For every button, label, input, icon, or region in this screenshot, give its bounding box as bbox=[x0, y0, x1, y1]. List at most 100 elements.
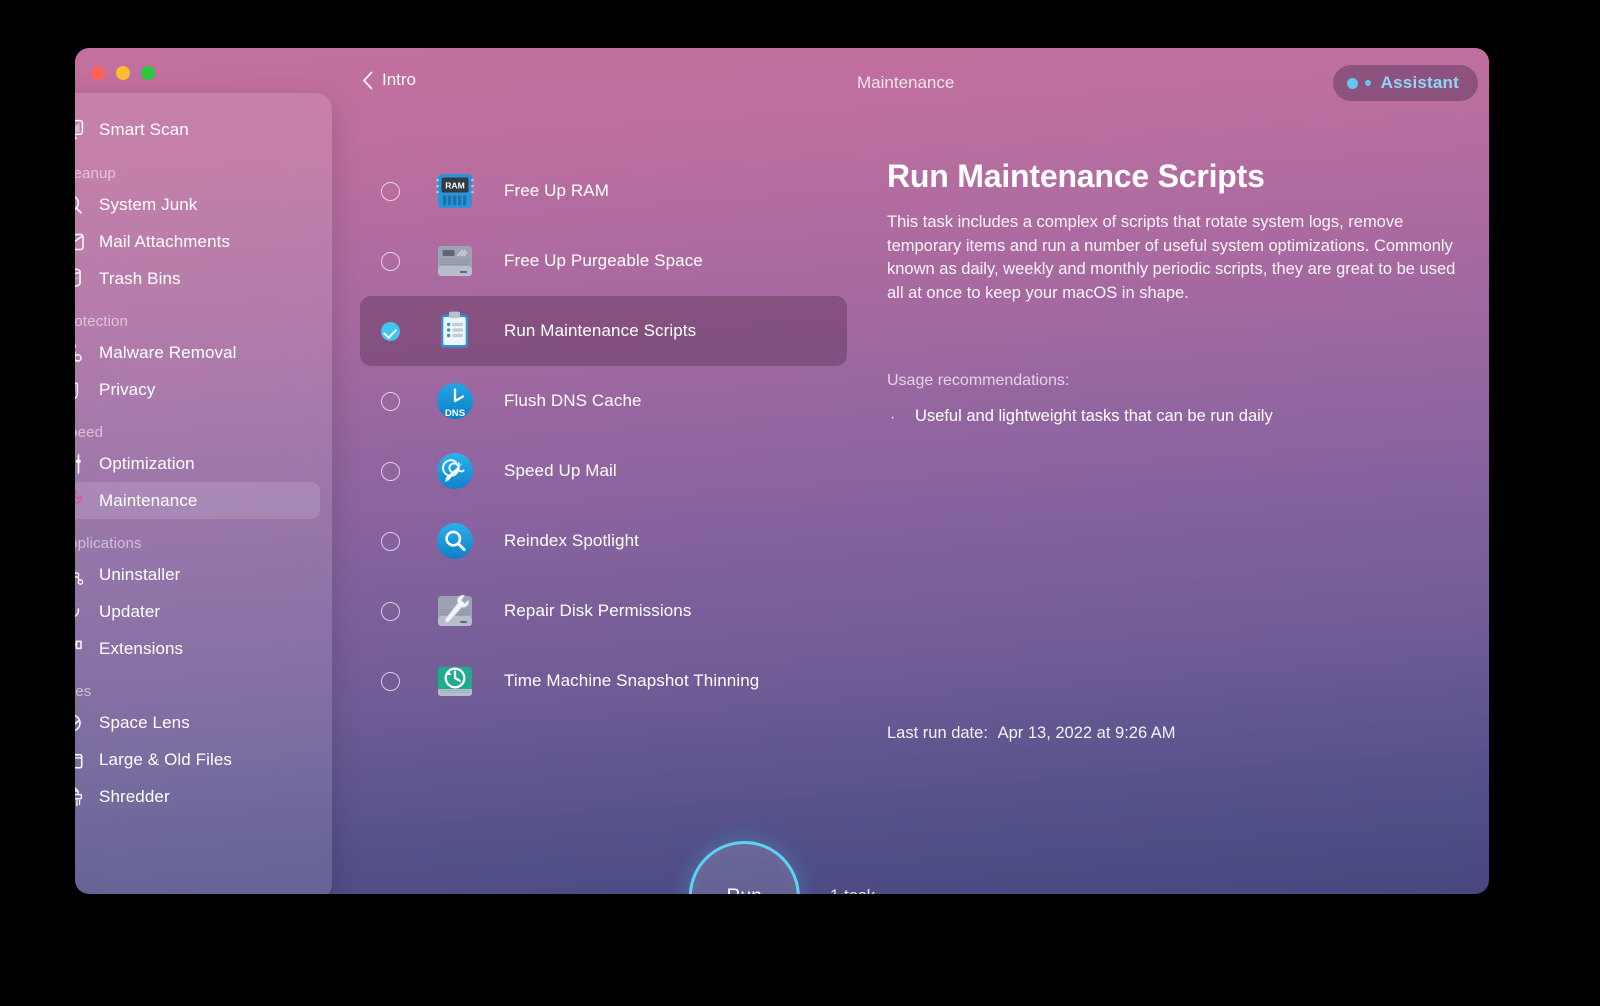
task-checkbox[interactable] bbox=[381, 251, 400, 271]
time-machine-icon bbox=[432, 658, 478, 704]
sidebar-item-extensions[interactable]: Extensions bbox=[75, 630, 320, 667]
clipboard-icon bbox=[432, 308, 478, 354]
task-row-repair-disk-permissions[interactable]: Repair Disk Permissions bbox=[360, 576, 847, 646]
disk-wrench-icon bbox=[432, 588, 478, 634]
sidebar-item-label: Malware Removal bbox=[99, 342, 237, 362]
broom-icon bbox=[75, 193, 85, 217]
task-checkbox[interactable] bbox=[381, 181, 400, 201]
task-label: Time Machine Snapshot Thinning bbox=[504, 671, 760, 690]
wrench-icon bbox=[75, 489, 85, 513]
detail-description: This task includes a complex of scripts … bbox=[887, 213, 1456, 302]
task-row-reindex-spotlight[interactable]: Reindex Spotlight bbox=[360, 506, 847, 576]
task-row-free-up-ram[interactable]: RAM Free Up RAM bbox=[360, 156, 847, 226]
sidebar-group-files: Files bbox=[75, 683, 92, 700]
assistant-label: Assistant bbox=[1380, 73, 1459, 92]
mail-at-icon bbox=[432, 448, 478, 494]
assistant-dot-small-icon bbox=[1364, 80, 1371, 86]
sidebar-item-updater[interactable]: Updater bbox=[75, 593, 320, 630]
sidebar-item-shredder[interactable]: Shredder bbox=[75, 778, 320, 815]
chevron-left-icon bbox=[363, 71, 373, 89]
planet-icon bbox=[75, 711, 85, 735]
sidebar-item-space-lens[interactable]: Space Lens bbox=[75, 704, 320, 741]
task-checkbox[interactable] bbox=[381, 601, 400, 621]
sidebar-item-label: System Junk bbox=[99, 194, 198, 214]
sidebar-item-label: Extensions bbox=[99, 638, 184, 658]
task-count: 1 task bbox=[830, 886, 875, 895]
last-run-date: Last run date: Apr 13, 2022 at 9:26 AM bbox=[887, 724, 1176, 743]
window-controls bbox=[91, 66, 155, 80]
svg-text:RAM: RAM bbox=[445, 181, 465, 191]
sidebar: Smart Scan Cleanup System Junk Mail Att bbox=[75, 93, 332, 894]
last-run-value: Apr 13, 2022 at 9:26 AM bbox=[997, 724, 1176, 742]
sidebar-item-label: Updater bbox=[99, 601, 161, 621]
svg-text:DNS: DNS bbox=[445, 408, 466, 419]
sidebar-item-mail-attachments[interactable]: Mail Attachments bbox=[75, 223, 320, 260]
back-label: Intro bbox=[382, 70, 417, 89]
task-row-flush-dns-cache[interactable]: DNS Flush DNS Cache bbox=[360, 366, 847, 436]
sidebar-item-malware-removal[interactable]: Malware Removal bbox=[75, 334, 320, 371]
task-row-speed-up-mail[interactable]: Speed Up Mail bbox=[360, 436, 847, 506]
detail-panel: Run Maintenance Scripts This task includ… bbox=[887, 158, 1472, 429]
task-row-free-up-purgeable-space[interactable]: Free Up Purgeable Space bbox=[360, 226, 847, 296]
sidebar-item-label: Space Lens bbox=[99, 712, 190, 732]
spotlight-search-icon bbox=[432, 518, 478, 564]
task-row-time-machine-snapshot-thinning[interactable]: Time Machine Snapshot Thinning bbox=[360, 646, 847, 716]
envelope-icon bbox=[75, 230, 85, 254]
sidebar-item-label: Large & Old Files bbox=[99, 749, 233, 769]
zoom-button[interactable] bbox=[141, 66, 155, 80]
sidebar-item-label: Smart Scan bbox=[99, 119, 189, 139]
section-title: Maintenance bbox=[857, 73, 955, 92]
bullet-icon: · bbox=[890, 409, 896, 426]
sidebar-item-label: Optimization bbox=[99, 453, 195, 473]
detail-title: Run Maintenance Scripts bbox=[887, 158, 1265, 194]
recommendations-list: · Useful and lightweight tasks that can … bbox=[887, 407, 1472, 429]
sidebar-item-large-old-files[interactable]: Large & Old Files bbox=[75, 741, 320, 778]
sidebar-item-privacy[interactable]: Privacy bbox=[75, 371, 320, 408]
task-row-run-maintenance-scripts[interactable]: Run Maintenance Scripts bbox=[360, 296, 847, 366]
assistant-dot-large-icon bbox=[1346, 77, 1358, 89]
back-button[interactable]: Intro bbox=[362, 70, 416, 90]
run-button[interactable]: Run bbox=[688, 841, 800, 894]
task-label: Repair Disk Permissions bbox=[504, 601, 692, 620]
sidebar-item-label: Trash Bins bbox=[99, 268, 181, 288]
sidebar-group-protection: Protection bbox=[75, 313, 129, 330]
task-label: Reindex Spotlight bbox=[504, 531, 639, 550]
last-run-label: Last run date: bbox=[887, 724, 988, 742]
folder-icon bbox=[75, 748, 85, 772]
sidebar-item-label: Privacy bbox=[99, 379, 156, 399]
sidebar-item-maintenance[interactable]: Maintenance bbox=[75, 482, 320, 519]
task-checkbox[interactable] bbox=[381, 531, 400, 551]
assistant-button[interactable]: Assistant bbox=[1332, 65, 1478, 101]
task-checkbox[interactable] bbox=[381, 321, 400, 341]
minimize-button[interactable] bbox=[116, 66, 130, 80]
list-item: · Useful and lightweight tasks that can … bbox=[887, 407, 1472, 429]
task-label: Free Up Purgeable Space bbox=[504, 251, 703, 270]
sliders-icon bbox=[75, 452, 85, 476]
sidebar-item-trash-bins[interactable]: Trash Bins bbox=[75, 260, 320, 297]
sidebar-group-cleanup: Cleanup bbox=[75, 165, 116, 182]
puzzle-piece-icon bbox=[75, 637, 85, 661]
sidebar-item-optimization[interactable]: Optimization bbox=[75, 445, 320, 482]
task-checkbox[interactable] bbox=[381, 461, 400, 481]
sidebar-item-system-junk[interactable]: System Junk bbox=[75, 186, 320, 223]
task-label: Free Up RAM bbox=[504, 181, 610, 200]
hand-icon bbox=[75, 378, 85, 402]
task-label: Speed Up Mail bbox=[504, 461, 617, 480]
sidebar-item-label: Shredder bbox=[99, 786, 170, 806]
dns-clock-icon: DNS bbox=[432, 378, 478, 424]
sidebar-item-uninstaller[interactable]: Uninstaller bbox=[75, 556, 320, 593]
sidebar-item-smart-scan[interactable]: Smart Scan bbox=[75, 111, 320, 148]
task-label: Run Maintenance Scripts bbox=[504, 321, 697, 340]
app-window: Intro Maintenance Assistant Smart Scan C… bbox=[75, 48, 1489, 894]
task-checkbox[interactable] bbox=[381, 671, 400, 691]
trash-icon bbox=[75, 267, 85, 291]
sidebar-group-applications: Applications bbox=[75, 535, 142, 552]
monitor-icon bbox=[75, 118, 85, 142]
biohazard-icon bbox=[75, 341, 85, 365]
sidebar-item-label: Uninstaller bbox=[99, 564, 181, 584]
sidebar-item-label: Mail Attachments bbox=[99, 231, 231, 251]
recommendations-heading: Usage recommendations: bbox=[887, 372, 1070, 389]
close-button[interactable] bbox=[91, 66, 105, 80]
hard-drive-icon bbox=[432, 238, 478, 284]
task-checkbox[interactable] bbox=[381, 391, 400, 411]
